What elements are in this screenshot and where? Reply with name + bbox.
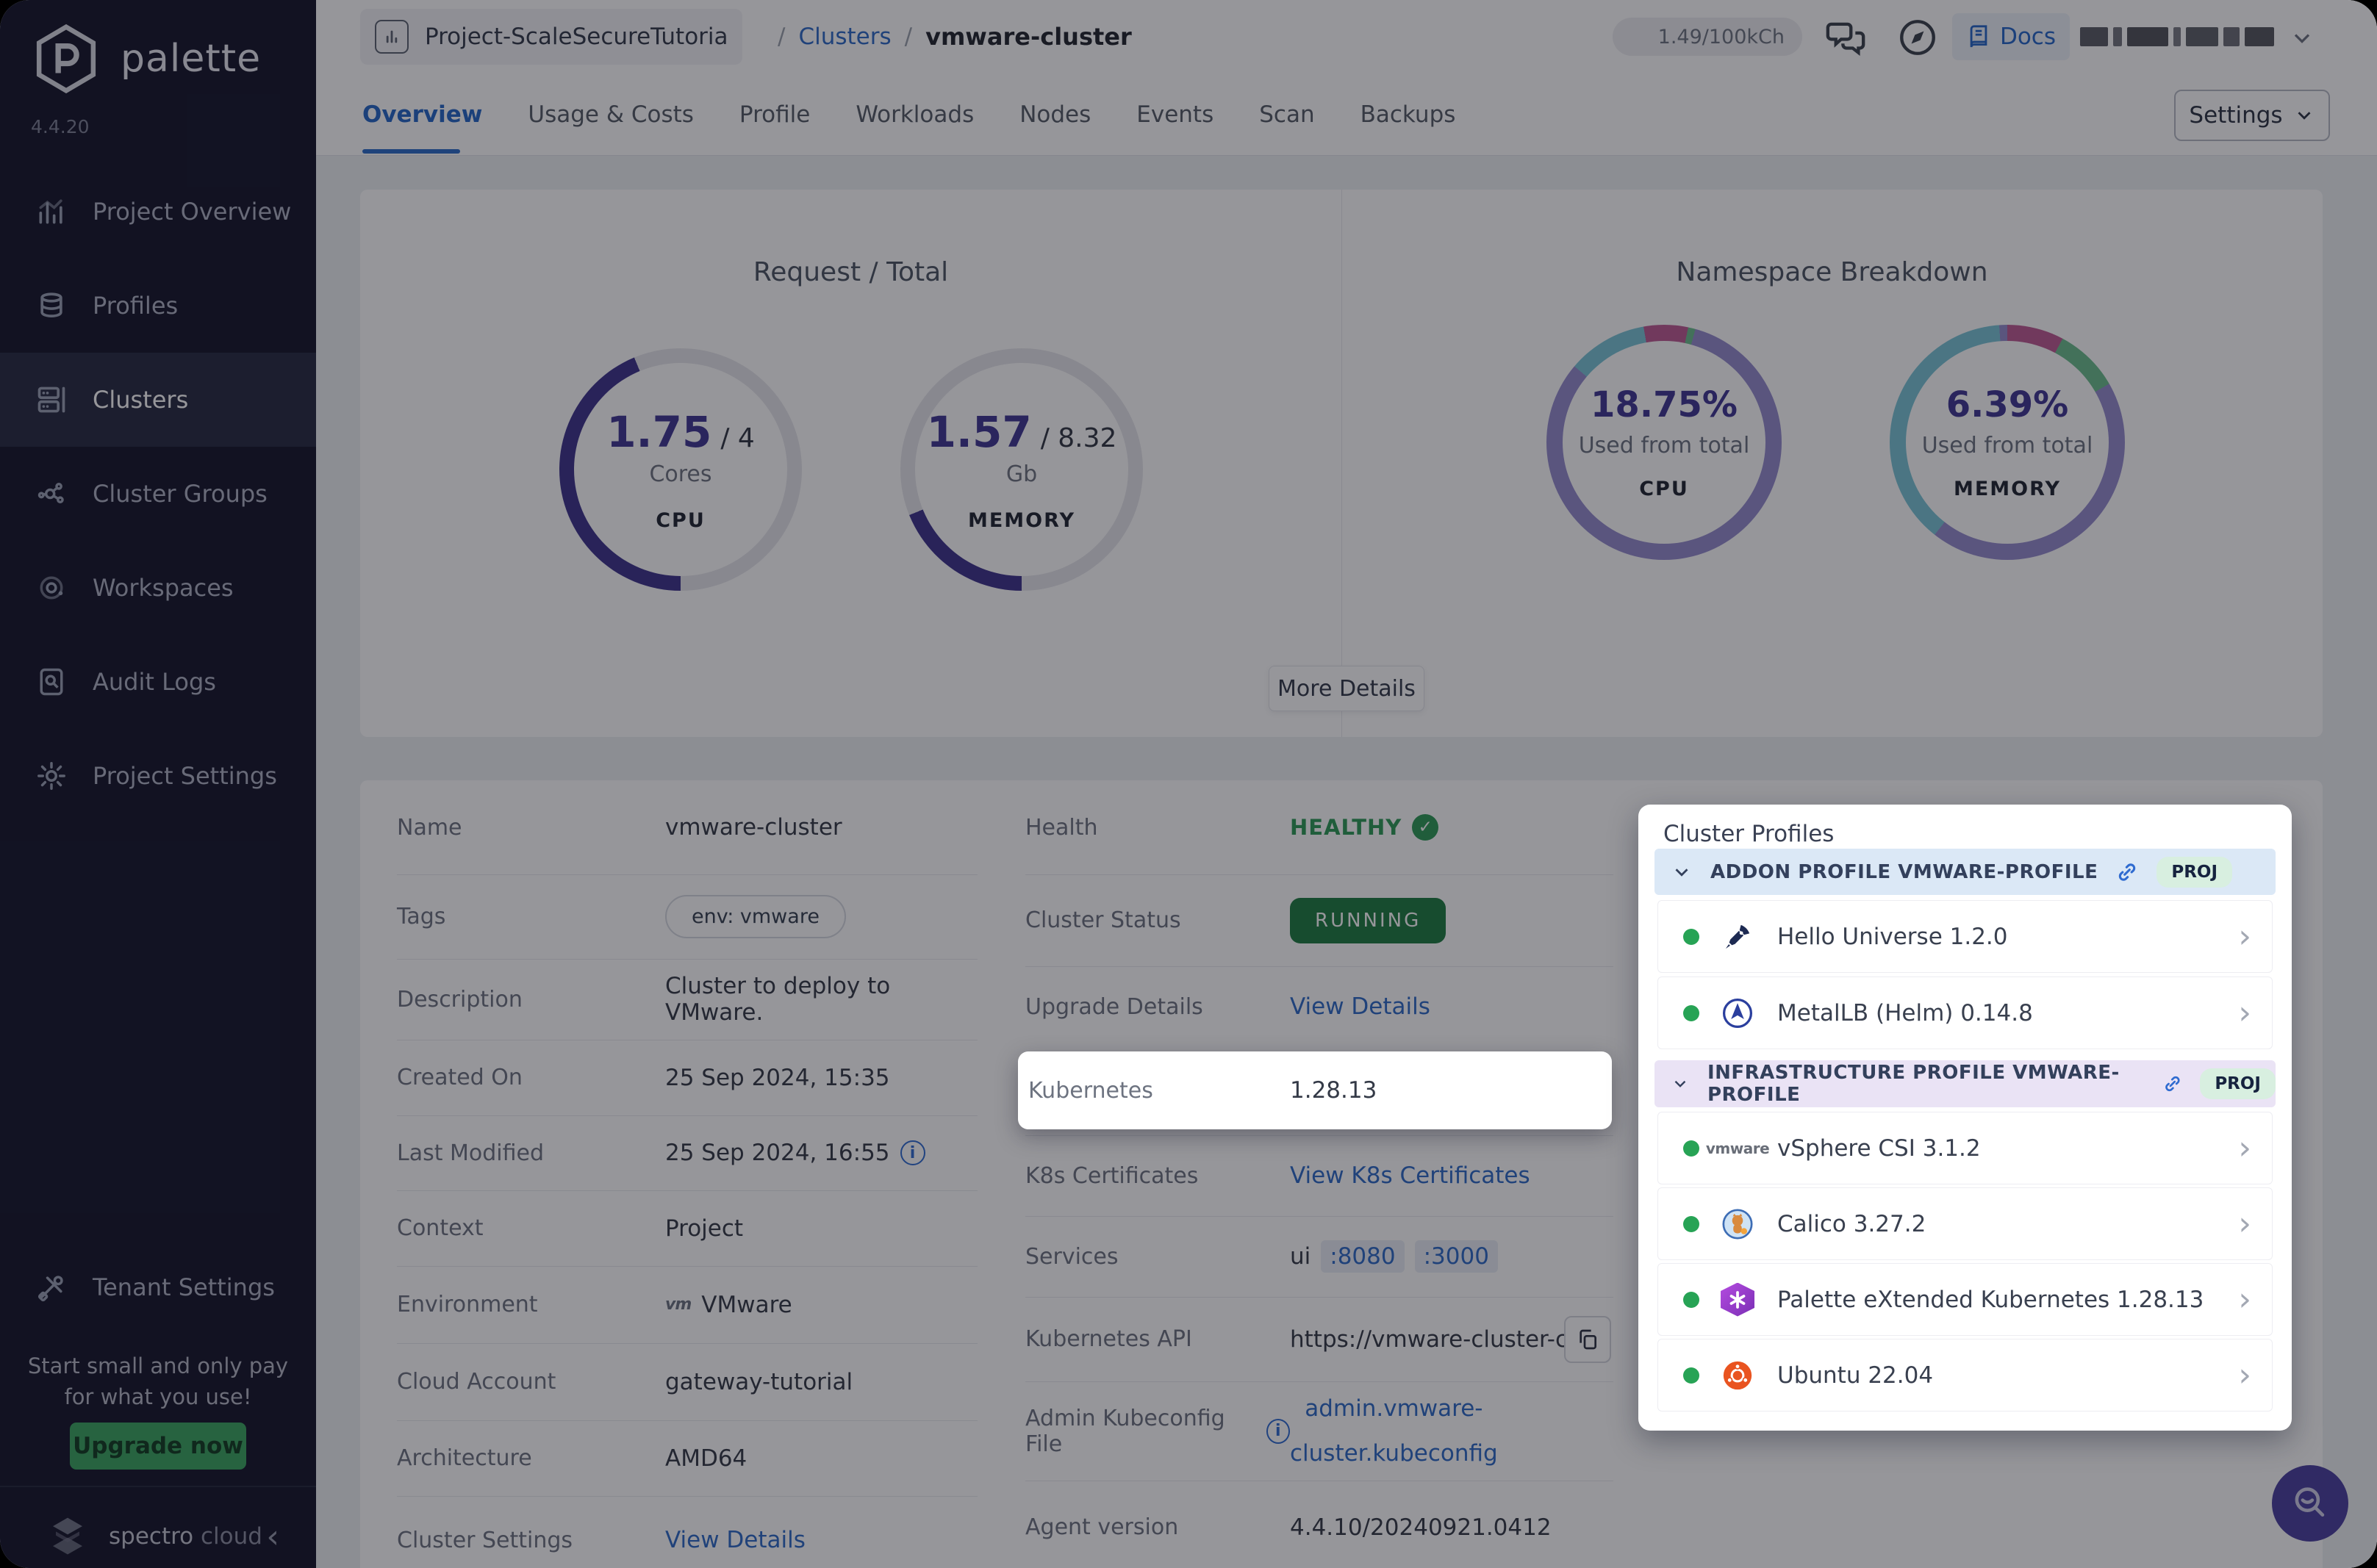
chevron-right-icon: ›	[2238, 1204, 2251, 1242]
hello-universe-icon	[1720, 919, 1755, 954]
pack-status-dot	[1683, 1291, 1699, 1308]
palette-pxk-icon	[1720, 1282, 1755, 1317]
cluster-profiles-panel: Cluster Profiles ADDON PROFILE VMWARE-PR…	[1638, 805, 2292, 1431]
chevron-right-icon: ›	[2238, 1356, 2251, 1394]
pack-status-dot	[1683, 1004, 1699, 1021]
addon-profile-header[interactable]: ADDON PROFILE VMWARE-PROFILE PROJ	[1654, 849, 2276, 895]
link-icon	[2119, 863, 2136, 881]
pack-status-dot	[1683, 928, 1699, 945]
metallb-icon	[1720, 996, 1755, 1031]
palette-app-window: palette 4.4.20 Project Overview Profiles…	[0, 0, 2377, 1568]
profile-pack-vsphere-csi[interactable]: vmware vSphere CSI 3.1.2 ›	[1657, 1112, 2273, 1184]
link-icon	[2165, 1076, 2180, 1092]
chevron-right-icon: ›	[2238, 917, 2251, 955]
pack-status-dot	[1683, 1215, 1699, 1232]
profile-pack-calico[interactable]: Calico 3.27.2 ›	[1657, 1187, 2273, 1260]
kubernetes-label: Kubernetes	[1028, 1077, 1153, 1104]
calico-icon	[1720, 1206, 1755, 1242]
chevron-down-icon	[1675, 868, 1688, 877]
kubernetes-version-spotlight-row[interactable]: Kubernetes 1.28.13	[1018, 1051, 1612, 1129]
pack-status-dot	[1683, 1367, 1699, 1384]
vmware-icon: vmware	[1705, 1139, 1770, 1157]
pack-status-dot	[1683, 1140, 1699, 1157]
project-scope-badge: PROJ	[2156, 856, 2233, 888]
chevron-right-icon: ›	[2238, 993, 2251, 1032]
project-scope-badge: PROJ	[2200, 1068, 2276, 1099]
profile-pack-metallb[interactable]: MetalLB (Helm) 0.14.8 ›	[1657, 977, 2273, 1049]
cluster-profiles-title: Cluster Profiles	[1663, 821, 1835, 847]
infrastructure-profile-header[interactable]: INFRASTRUCTURE PROFILE VMWARE-PROFILE PR…	[1654, 1060, 2276, 1107]
chevron-down-icon	[1674, 1080, 1686, 1087]
profile-pack-ubuntu[interactable]: Ubuntu 22.04 ›	[1657, 1339, 2273, 1411]
profile-pack-hello-universe[interactable]: Hello Universe 1.2.0 ›	[1657, 900, 2273, 973]
profile-pack-palette-kubernetes[interactable]: Palette eXtended Kubernetes 1.28.13 ›	[1657, 1263, 2273, 1336]
kubernetes-version-value: 1.28.13	[1290, 1077, 1377, 1104]
chevron-right-icon: ›	[2238, 1280, 2251, 1318]
ubuntu-icon	[1720, 1358, 1755, 1393]
chevron-right-icon: ›	[2238, 1129, 2251, 1167]
